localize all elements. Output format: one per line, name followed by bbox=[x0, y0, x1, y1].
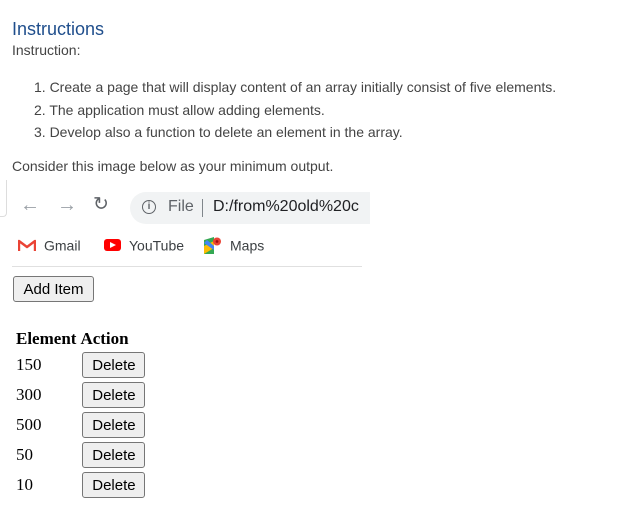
table-row: 500 Delete bbox=[15, 411, 146, 439]
bookmark-label: YouTube bbox=[129, 237, 185, 254]
add-item-button[interactable]: Add Item bbox=[13, 276, 94, 302]
element-value: 150 bbox=[16, 355, 42, 374]
reload-icon[interactable]: ↻ bbox=[93, 195, 109, 215]
address-bar[interactable]: i File D:/from%20old%20c bbox=[130, 192, 370, 224]
header-action: Action bbox=[80, 329, 129, 348]
table-row: 10 Delete bbox=[15, 471, 146, 499]
element-value: 500 bbox=[16, 415, 42, 434]
bookmark-maps[interactable]: Maps bbox=[204, 236, 264, 254]
bookmark-youtube[interactable]: YouTube bbox=[104, 236, 184, 253]
arrow-left-icon[interactable]: ← bbox=[20, 195, 40, 215]
bookmark-label: Maps bbox=[230, 237, 265, 254]
url-separator bbox=[202, 199, 203, 217]
array-table: Element Action 150 Delete 300 Delete 500… bbox=[13, 327, 148, 501]
instruction-label: Instruction: bbox=[12, 42, 81, 58]
delete-button[interactable]: Delete bbox=[82, 352, 146, 378]
arrow-right-icon[interactable]: → bbox=[57, 195, 77, 215]
table-row: 50 Delete bbox=[15, 441, 146, 469]
element-value: 10 bbox=[16, 475, 33, 494]
delete-button[interactable]: Delete bbox=[82, 382, 146, 408]
table-row: 150 Delete bbox=[15, 351, 146, 379]
info-icon[interactable]: i bbox=[142, 200, 156, 214]
delete-button[interactable]: Delete bbox=[82, 442, 146, 468]
youtube-icon bbox=[104, 239, 121, 252]
url-text[interactable]: D:/from%20old%20c bbox=[213, 198, 363, 216]
bookmark-label: Gmail bbox=[44, 237, 81, 254]
delete-button[interactable]: Delete bbox=[82, 472, 146, 498]
url-scheme: File bbox=[168, 198, 194, 215]
table-row: 300 Delete bbox=[15, 381, 146, 409]
bookmark-gmail[interactable]: Gmail bbox=[17, 236, 81, 254]
gmail-icon bbox=[17, 239, 37, 252]
instruction-steps: 1. Create a page that will display conte… bbox=[34, 76, 556, 144]
element-value: 300 bbox=[16, 385, 42, 404]
tab-edge bbox=[0, 180, 7, 217]
example-screenshot: ← → ↻ i File D:/from%20old%20c Gmail You… bbox=[0, 180, 370, 510]
instruction-step: 1. Create a page that will display conte… bbox=[34, 79, 557, 95]
maps-icon bbox=[204, 236, 222, 254]
table-header-row: Element Action bbox=[15, 329, 146, 349]
delete-button[interactable]: Delete bbox=[82, 412, 146, 438]
consider-text: Consider this image below as your minimu… bbox=[12, 158, 334, 174]
page-title: Instructions bbox=[12, 19, 105, 40]
instruction-step: 2. The application must allow adding ele… bbox=[34, 101, 325, 118]
toolbar-divider bbox=[12, 266, 362, 267]
element-value: 50 bbox=[16, 445, 33, 464]
instruction-step: 3. Develop also a function to delete an … bbox=[34, 124, 403, 140]
header-element: Element bbox=[16, 329, 77, 348]
